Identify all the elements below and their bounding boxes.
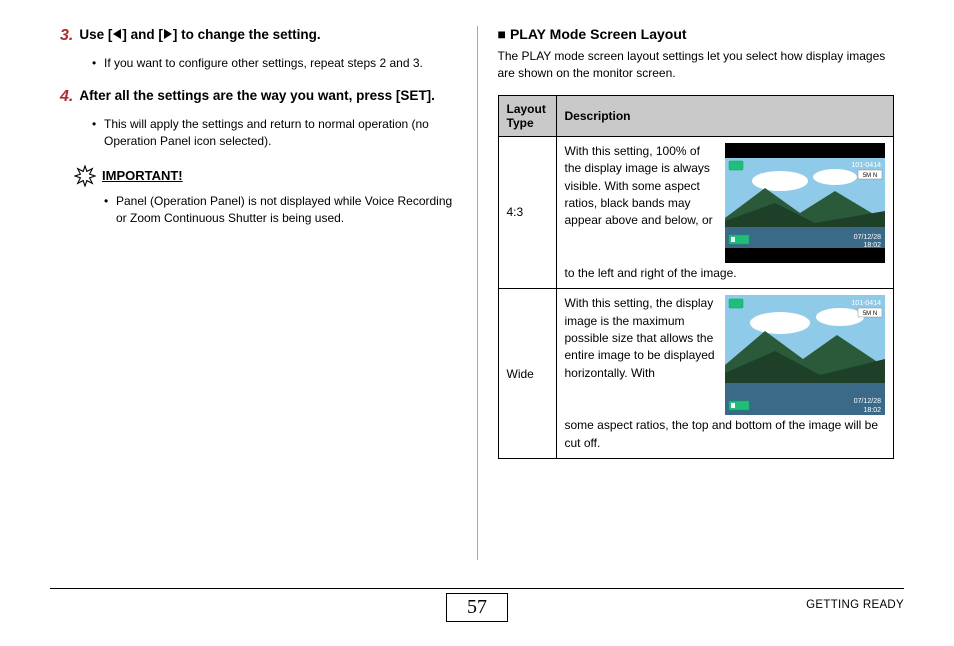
description-tail: some aspect ratios, the top and bottom o… [565,417,886,452]
step-3-bullet: If you want to configure other settings,… [92,55,457,72]
step-3-text: Use [] and [] to change the setting. [79,26,320,45]
step-4-text: After all the settings are the way you w… [79,87,435,106]
svg-text:18:02: 18:02 [863,242,881,249]
column-divider [477,26,478,560]
step-4: 4. After all the settings are the way yo… [60,87,457,106]
layout-type-cell: 4:3 [498,136,556,288]
svg-text:18:02: 18:02 [863,407,881,414]
starburst-icon [74,165,96,187]
svg-text:101-0414: 101-0414 [851,162,881,169]
section-label: GETTING READY [806,599,904,611]
layout-table: Layout Type Description 4:3 With this se… [498,95,895,459]
description-text: With this setting, 100% of the display i… [565,143,718,230]
svg-text:5M N: 5M N [863,311,877,317]
step-4-number: 4. [60,87,73,106]
svg-text:101-0414: 101-0414 [851,300,881,307]
description-text: With this setting, the display image is … [565,295,718,382]
step-3: 3. Use [] and [] to change the setting. [60,26,457,45]
svg-text:07/12/28: 07/12/28 [854,234,881,241]
preview-thumb-wide: 101-0414 5M N 07/12/28 18:02 [725,295,885,415]
step-3-number: 3. [60,26,73,45]
section-intro: The PLAY mode screen layout settings let… [498,48,895,83]
section-heading: ■PLAY Mode Screen Layout [498,26,895,42]
table-row: Wide With this setting, the display imag… [498,289,894,459]
description-cell: With this setting, the display image is … [556,289,894,459]
page-number: 57 [446,593,508,622]
table-row: 4:3 With this setting, 100% of the displ… [498,136,894,288]
important-row: IMPORTANT! [74,165,457,187]
description-cell: With this setting, 100% of the display i… [556,136,894,288]
footer-rule [50,588,904,589]
table-header-description: Description [556,95,894,136]
important-label: IMPORTANT! [102,168,183,183]
important-bullet: Panel (Operation Panel) is not displayed… [104,193,457,228]
left-arrow-icon [113,29,121,39]
square-bullet-icon: ■ [498,26,506,42]
layout-type-cell: Wide [498,289,556,459]
page-footer: 57 GETTING READY [50,588,904,622]
svg-text:07/12/28: 07/12/28 [854,398,881,405]
right-arrow-icon [164,29,172,39]
table-header-layout-type: Layout Type [498,95,556,136]
svg-text:5M N: 5M N [863,173,877,179]
step-4-bullet: This will apply the settings and return … [92,116,457,151]
description-tail: to the left and right of the image. [565,265,886,282]
preview-thumb-43: 101-0414 5M N 07/12/28 18:02 [725,143,885,263]
